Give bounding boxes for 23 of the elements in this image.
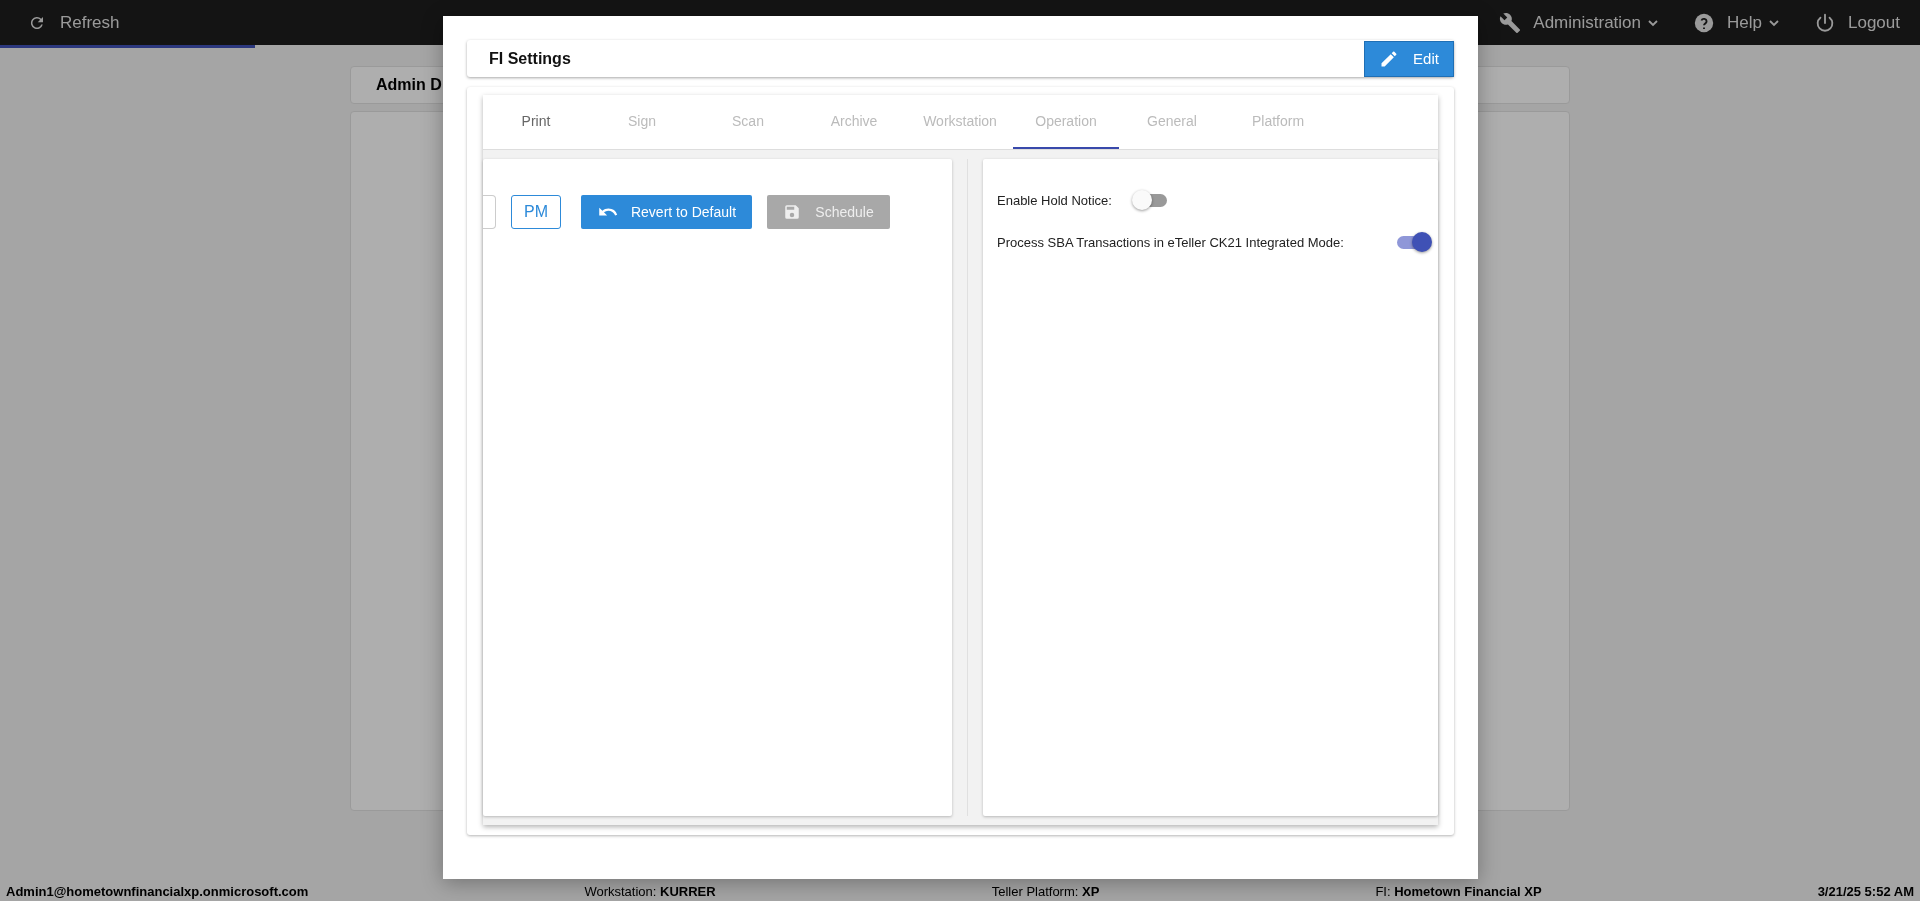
- time-field[interactable]: [483, 195, 496, 229]
- setting-label: Process SBA Transactions in eTeller CK21 Integrated Mode:: [997, 234, 1344, 250]
- edit-button[interactable]: Edit: [1364, 40, 1454, 77]
- help-icon: [1693, 11, 1716, 34]
- pm-button[interactable]: PM: [511, 195, 561, 229]
- dialog-title: FI Settings: [489, 49, 571, 68]
- setting-label: Enable Hold Notice:: [997, 192, 1112, 208]
- status-item: Teller Platform: XP: [991, 883, 1100, 899]
- wrench-icon: [1499, 11, 1522, 34]
- status-item: FI: Hometown Financial XP: [1375, 883, 1542, 899]
- tab[interactable]: Print: [483, 95, 589, 149]
- undo-icon: [596, 205, 619, 219]
- date-time: 3/21/25 5:52 AM: [1817, 883, 1914, 899]
- revert-button[interactable]: Revert to Default: [581, 195, 752, 229]
- menu-button[interactable]: Help: [1693, 7, 1780, 38]
- menu-button[interactable]: Logout: [1814, 7, 1900, 38]
- status-item: Workstation: KURRER: [584, 883, 716, 899]
- menu-button[interactable]: Administration: [1499, 7, 1660, 38]
- power-icon: [1814, 11, 1836, 34]
- page-title: Admin D: [376, 76, 442, 94]
- user-email: Admin1@hometownfinancialxp.onmicrosoft.com: [6, 883, 309, 899]
- refresh-button[interactable]: Refresh: [28, 8, 120, 37]
- schedule-button: Schedule: [767, 195, 890, 229]
